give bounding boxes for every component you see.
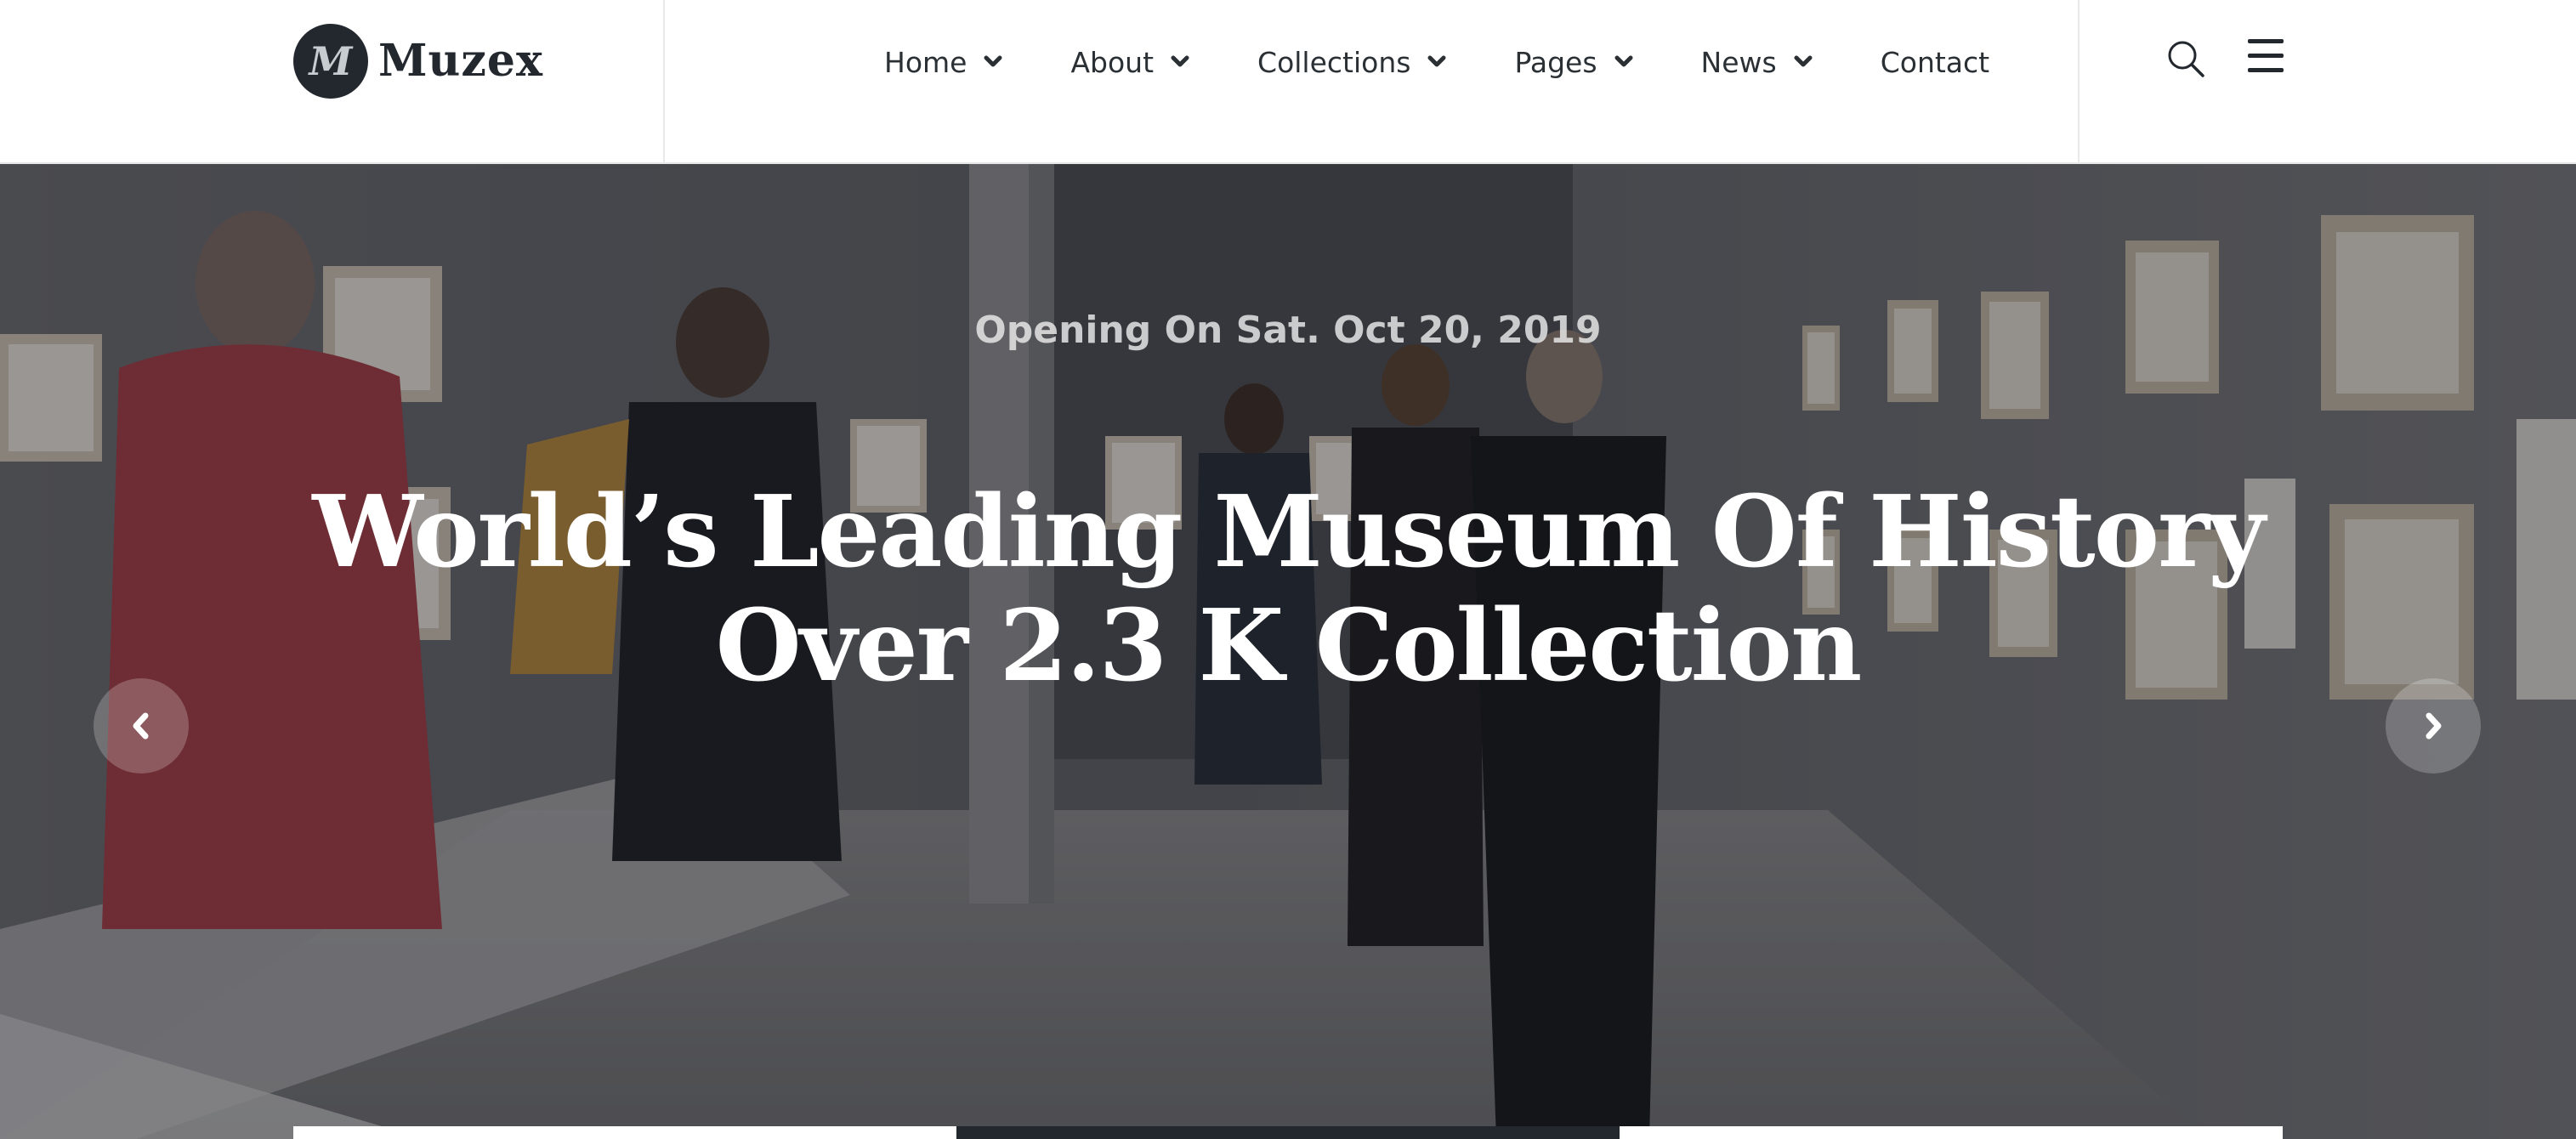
nav-item-pages[interactable]: Pages (1514, 45, 1633, 79)
hero-title: World’s Leading Museum Of History Over 2… (0, 475, 2576, 703)
hero-subtitle: Opening On Sat. Oct 20, 2019 (974, 309, 1602, 352)
menu-button[interactable] (2248, 39, 2285, 76)
bottom-tab-2[interactable] (956, 1126, 1620, 1139)
bottom-tab-3[interactable] (1620, 1126, 2283, 1139)
search-button[interactable] (2165, 37, 2207, 80)
chevron-right-icon (2426, 712, 2442, 740)
slider-next-button[interactable] (2386, 678, 2481, 774)
bottom-tab-strip (293, 1126, 2283, 1139)
logo-wordmark: Muzex (378, 35, 543, 87)
logo-mark: M (293, 24, 368, 99)
nav-item-home[interactable]: Home (884, 46, 1002, 79)
nav-item-news[interactable]: News (1701, 46, 1813, 79)
main-nav: Home About Collections Pages News Contac… (884, 41, 1989, 83)
hero-slider: Opening On Sat. Oct 20, 2019 World’s Lea… (0, 164, 2576, 1139)
chevron-down-icon (984, 55, 1002, 67)
header-tools (2078, 0, 2576, 164)
site-logo[interactable]: M Muzex (293, 24, 543, 99)
nav-item-label: News (1700, 45, 1777, 79)
nav-item-collections[interactable]: Collections (1257, 46, 1446, 79)
slider-prev-button[interactable] (94, 678, 189, 774)
chevron-left-icon (133, 712, 149, 740)
chevron-down-icon (1427, 55, 1446, 67)
nav-item-label: About (1070, 45, 1155, 79)
chevron-down-icon (1171, 55, 1189, 67)
nav-item-about[interactable]: About (1070, 46, 1189, 79)
hero-title-line-1: World’s Leading Museum Of History (312, 474, 2265, 590)
nav-item-contact[interactable]: Contact (1881, 46, 1989, 79)
search-icon (2168, 41, 2204, 77)
logo-area: M Muzex (0, 0, 665, 164)
site-header: M Muzex Home About Collections Pages New… (0, 0, 2576, 164)
logo-letter: M (309, 38, 353, 84)
nav-item-label: Collections (1257, 45, 1411, 79)
chevron-down-icon (1794, 55, 1813, 67)
hero-title-line-2: Over 2.3 K Collection (715, 588, 1863, 704)
chevron-down-icon (1614, 55, 1633, 67)
hamburger-menu-icon (2248, 39, 2285, 72)
nav-item-label: Home (884, 45, 967, 79)
nav-item-label: Contact (1880, 45, 1990, 79)
nav-item-label: Pages (1514, 45, 1597, 79)
bottom-tab-1[interactable] (293, 1126, 956, 1139)
